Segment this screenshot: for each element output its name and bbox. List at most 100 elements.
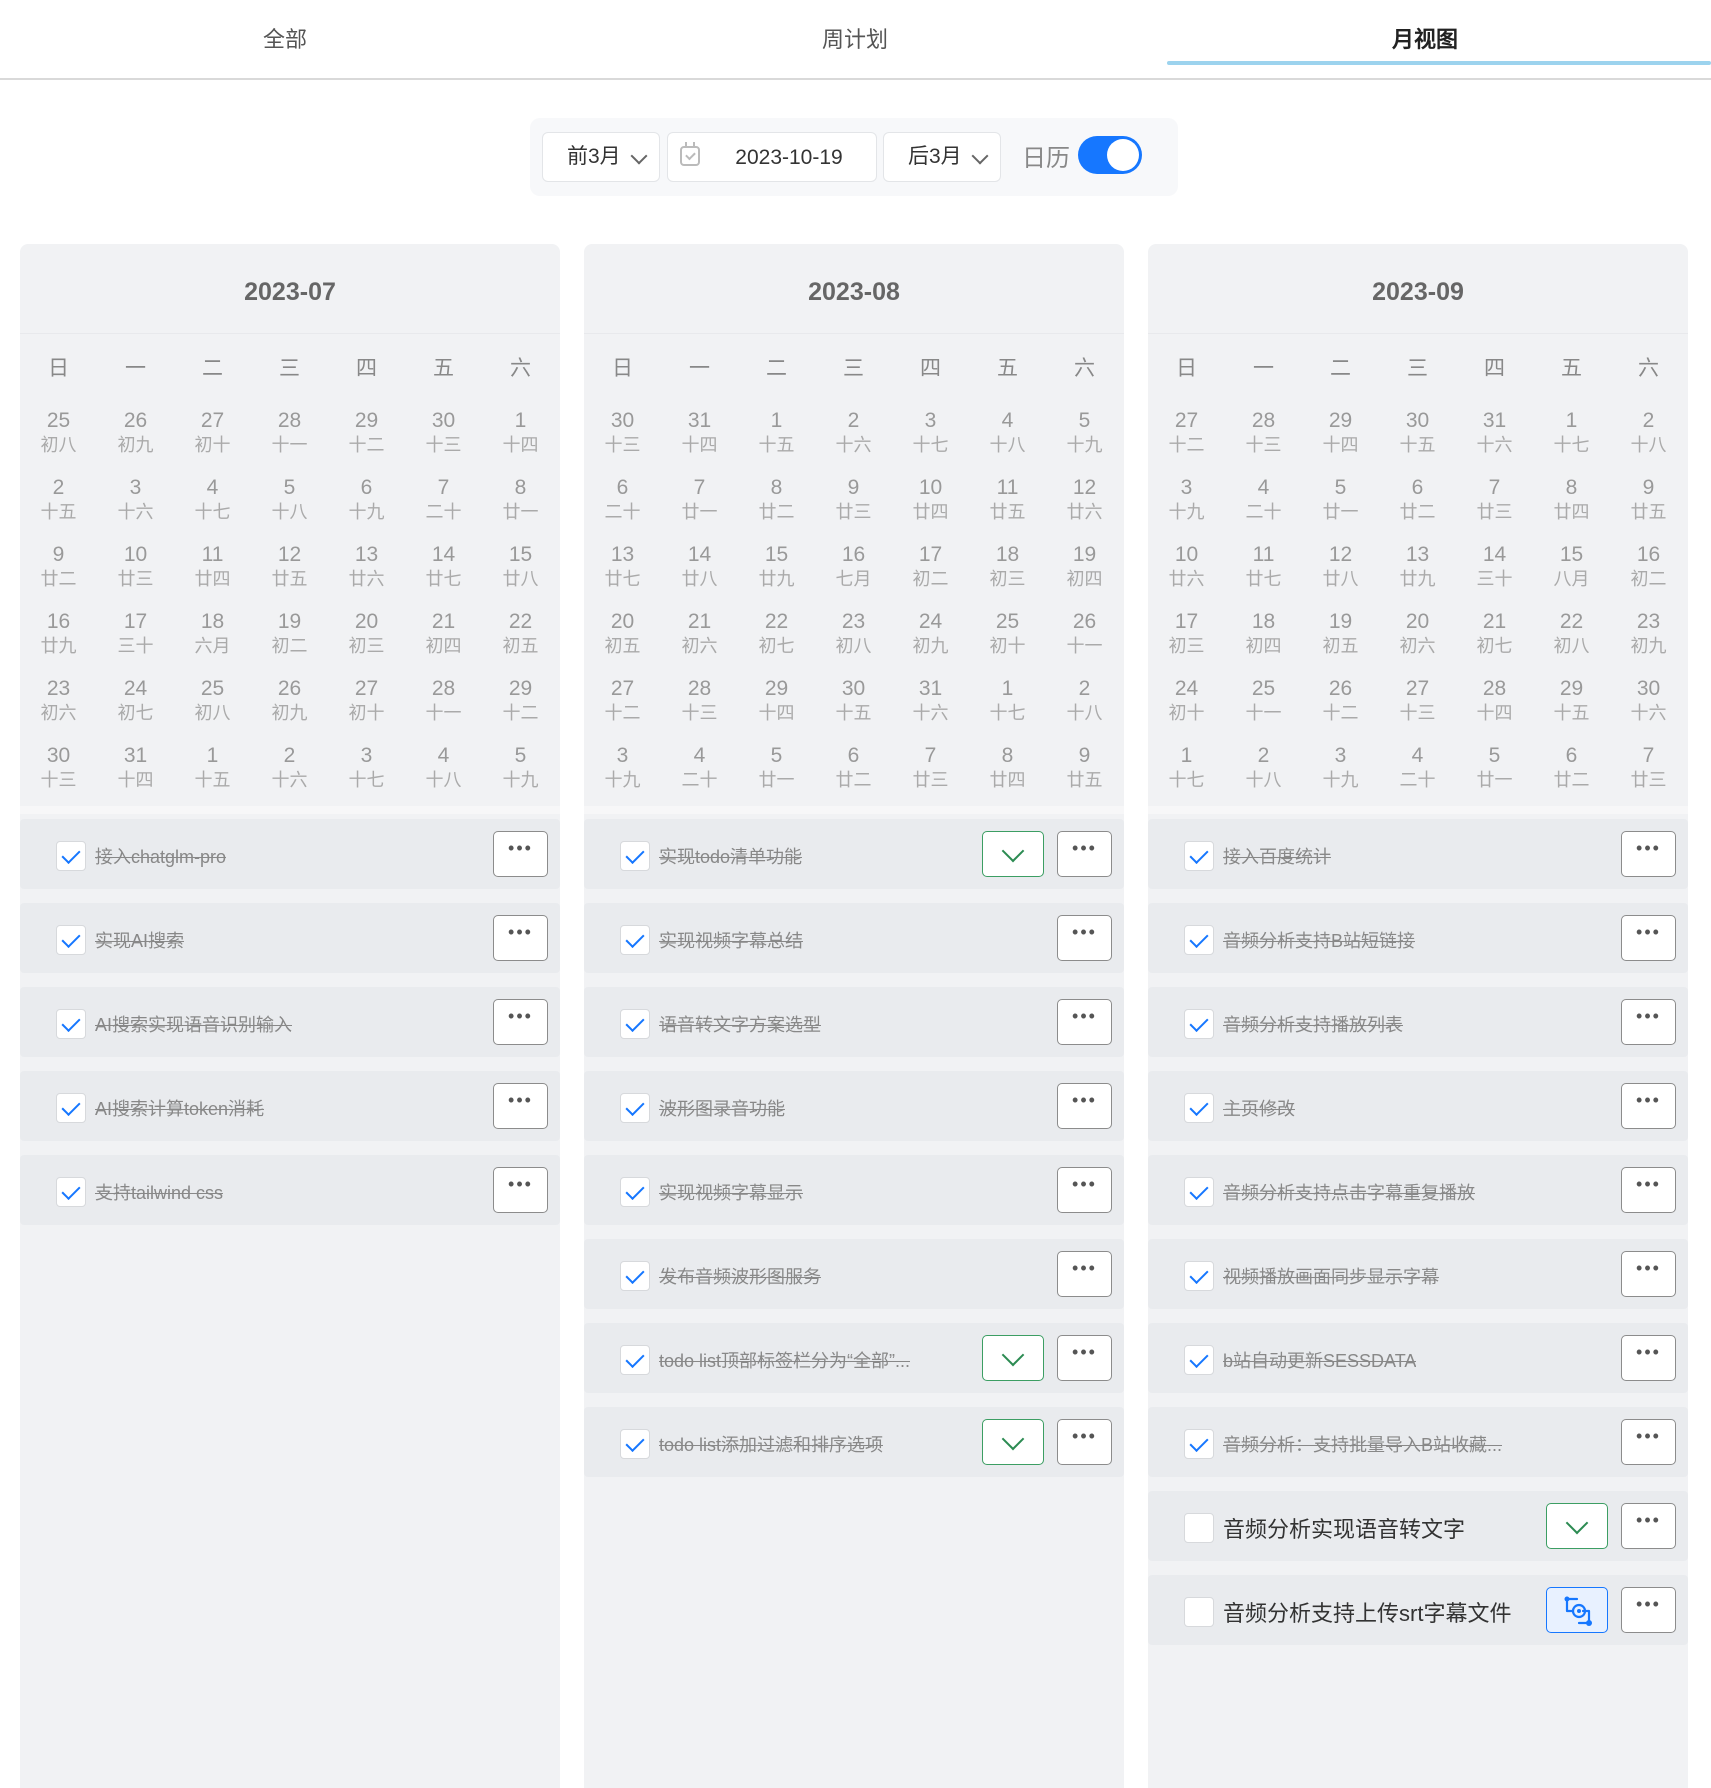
calendar-day[interactable]: 17 初二 [892,543,969,603]
calendar-day[interactable]: 4 二十 [1225,476,1302,536]
calendar-day[interactable]: 25 初十 [969,610,1046,670]
calendar-day[interactable]: 18 初四 [1225,610,1302,670]
task-checkbox-checked[interactable] [620,1177,650,1207]
calendar-day[interactable]: 7 廿三 [1456,476,1533,536]
calendar-day[interactable]: 21 初六 [661,610,738,670]
calendar-day[interactable]: 31 十四 [661,409,738,469]
more-options-button[interactable]: ••• [1621,1335,1676,1381]
task-checkbox-checked[interactable] [56,1009,86,1039]
task-checkbox-checked[interactable] [1184,841,1214,871]
calendar-day[interactable]: 7 二十 [405,476,482,536]
calendar-day[interactable]: 31 十六 [1456,409,1533,469]
more-options-button[interactable]: ••• [1057,1419,1112,1465]
calendar-day[interactable]: 27 十三 [1379,677,1456,737]
calendar-day[interactable]: 10 廿三 [97,543,174,603]
more-options-button[interactable]: ••• [493,831,548,877]
calendar-day[interactable]: 21 初七 [1456,610,1533,670]
more-options-button[interactable]: ••• [1057,1251,1112,1297]
calendar-day[interactable]: 30 十三 [20,744,97,804]
calendar-day[interactable]: 29 十二 [328,409,405,469]
calendar-toggle[interactable] [1078,136,1142,174]
calendar-day[interactable]: 5 廿一 [1456,744,1533,804]
calendar-day[interactable]: 30 十三 [584,409,661,469]
calendar-day[interactable]: 13 廿七 [584,543,661,603]
calendar-day[interactable]: 30 十五 [815,677,892,737]
more-options-button[interactable]: ••• [1621,999,1676,1045]
calendar-day[interactable]: 26 十二 [1302,677,1379,737]
task-checkbox-checked[interactable] [1184,1429,1214,1459]
calendar-day[interactable]: 26 初九 [97,409,174,469]
calendar-day[interactable]: 22 初八 [1533,610,1610,670]
calendar-day[interactable]: 1 十七 [1148,744,1225,804]
task-checkbox-checked[interactable] [56,1093,86,1123]
calendar-day[interactable]: 19 初二 [251,610,328,670]
calendar-day[interactable]: 17 初三 [1148,610,1225,670]
ai-assist-button[interactable] [1546,1587,1608,1633]
calendar-day[interactable]: 16 七月 [815,543,892,603]
calendar-day[interactable]: 12 廿八 [1302,543,1379,603]
task-checkbox[interactable] [1184,1513,1214,1543]
calendar-day[interactable]: 10 廿六 [1148,543,1225,603]
task-checkbox-checked[interactable] [56,925,86,955]
calendar-day[interactable]: 20 初六 [1379,610,1456,670]
calendar-day[interactable]: 24 初七 [97,677,174,737]
calendar-day[interactable]: 3 十七 [892,409,969,469]
calendar-day[interactable]: 5 十八 [251,476,328,536]
calendar-day[interactable]: 30 十五 [1379,409,1456,469]
calendar-day[interactable]: 8 廿四 [969,744,1046,804]
calendar-day[interactable]: 27 初十 [174,409,251,469]
calendar-day[interactable]: 2 十六 [251,744,328,804]
calendar-day[interactable]: 8 廿四 [1533,476,1610,536]
calendar-day[interactable]: 29 十五 [1533,677,1610,737]
calendar-day[interactable]: 20 初三 [328,610,405,670]
calendar-day[interactable]: 14 三十 [1456,543,1533,603]
calendar-day[interactable]: 23 初八 [815,610,892,670]
calendar-day[interactable]: 6 廿二 [815,744,892,804]
calendar-day[interactable]: 2 十五 [20,476,97,536]
calendar-day[interactable]: 18 六月 [174,610,251,670]
calendar-day[interactable]: 3 十七 [328,744,405,804]
calendar-day[interactable]: 29 十四 [738,677,815,737]
calendar-day[interactable]: 16 廿九 [20,610,97,670]
calendar-day[interactable]: 10 廿四 [892,476,969,536]
calendar-day[interactable]: 2 十八 [1225,744,1302,804]
calendar-day[interactable]: 5 廿一 [738,744,815,804]
more-options-button[interactable]: ••• [1057,831,1112,877]
task-checkbox-checked[interactable] [620,1093,650,1123]
calendar-day[interactable]: 6 二十 [584,476,661,536]
calendar-day[interactable]: 4 十八 [405,744,482,804]
calendar-day[interactable]: 2 十六 [815,409,892,469]
calendar-day[interactable]: 4 二十 [1379,744,1456,804]
expand-button[interactable] [982,1419,1044,1465]
calendar-day[interactable]: 18 初三 [969,543,1046,603]
calendar-day[interactable]: 8 廿一 [482,476,559,536]
calendar-day[interactable]: 25 初八 [20,409,97,469]
calendar-day[interactable]: 14 廿七 [405,543,482,603]
task-checkbox-checked[interactable] [620,1345,650,1375]
calendar-day[interactable]: 15 廿八 [482,543,559,603]
calendar-day[interactable]: 4 十七 [174,476,251,536]
calendar-day[interactable]: 9 廿三 [815,476,892,536]
calendar-day[interactable]: 16 初二 [1610,543,1687,603]
calendar-day[interactable]: 26 十一 [1046,610,1123,670]
more-options-button[interactable]: ••• [493,1167,548,1213]
calendar-day[interactable]: 19 初五 [1302,610,1379,670]
more-options-button[interactable]: ••• [1621,1083,1676,1129]
calendar-day[interactable]: 7 廿一 [661,476,738,536]
calendar-day[interactable]: 28 十三 [1225,409,1302,469]
calendar-day[interactable]: 1 十四 [482,409,559,469]
calendar-day[interactable]: 27 十二 [1148,409,1225,469]
calendar-day[interactable]: 3 十六 [97,476,174,536]
expand-button[interactable] [982,831,1044,877]
more-options-button[interactable]: ••• [1621,1167,1676,1213]
calendar-day[interactable]: 20 初五 [584,610,661,670]
more-options-button[interactable]: ••• [1057,1083,1112,1129]
task-checkbox-checked[interactable] [1184,1345,1214,1375]
calendar-day[interactable]: 15 廿九 [738,543,815,603]
calendar-day[interactable]: 25 初八 [174,677,251,737]
prev-3-months-select[interactable]: 前3月 [542,132,660,182]
calendar-day[interactable]: 3 十九 [584,744,661,804]
calendar-day[interactable]: 12 廿六 [1046,476,1123,536]
calendar-day[interactable]: 15 八月 [1533,543,1610,603]
task-checkbox-checked[interactable] [620,841,650,871]
